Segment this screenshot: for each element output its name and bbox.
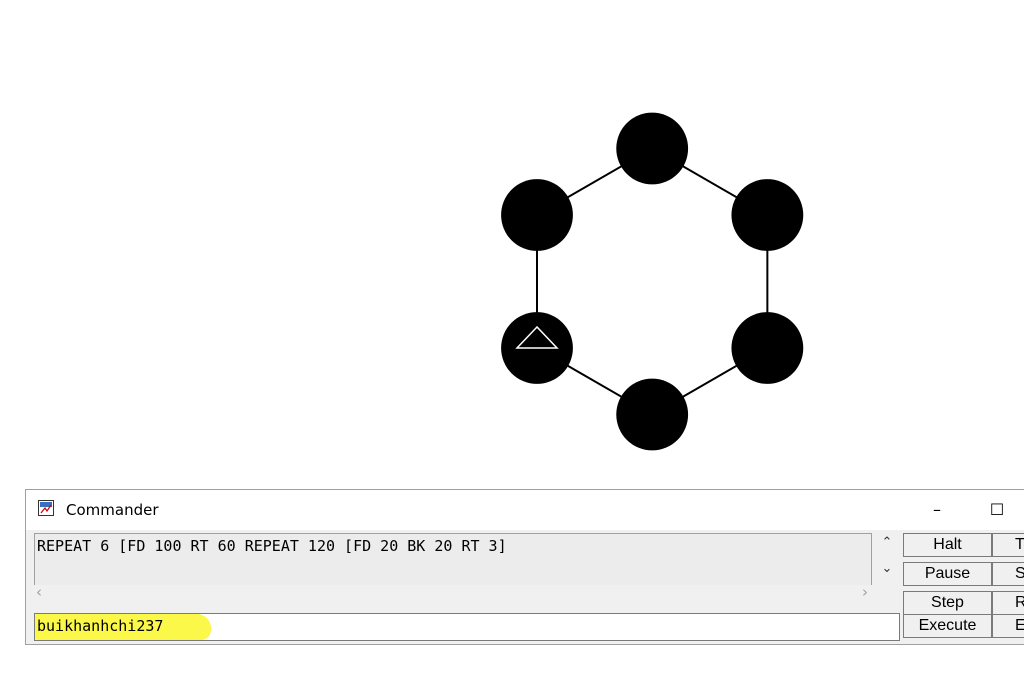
title-bar[interactable]: Commander – ☐	[26, 490, 1024, 530]
chevron-up-icon[interactable]: ⌃	[872, 535, 902, 550]
window-title: Commander	[66, 501, 159, 519]
history-horizontal-scrollbar[interactable]: ‹ ›	[34, 583, 872, 601]
commander-app-icon	[38, 500, 54, 516]
chevron-right-icon[interactable]: ›	[862, 583, 868, 601]
vertex-dot	[731, 312, 804, 384]
edall-button[interactable]: E	[992, 614, 1024, 638]
step-button[interactable]: Step	[903, 591, 992, 615]
halt-button[interactable]: Halt	[903, 533, 992, 557]
hexagon-drawing	[501, 112, 804, 451]
command-input-value: buikhanhchi237	[37, 617, 168, 637]
history-text: REPEAT 6 [FD 100 RT 60 REPEAT 120 [FD 20…	[37, 537, 507, 555]
execute-button[interactable]: Execute	[903, 614, 992, 638]
pause-button[interactable]: Pause	[903, 562, 992, 586]
chevron-left-icon[interactable]: ‹	[36, 583, 42, 601]
minimize-button[interactable]: –	[914, 490, 960, 530]
status-button[interactable]: S	[992, 562, 1024, 586]
vertex-dot	[501, 179, 573, 251]
commander-window: Commander – ☐ REPEAT 6 [FD 100 RT 60 REP…	[25, 489, 1024, 645]
vertex-dot	[616, 378, 689, 451]
vertex-dot	[731, 179, 804, 251]
trace-button[interactable]: T	[992, 533, 1024, 557]
history-vertical-scrollbar[interactable]: ⌃ ⌄	[872, 533, 902, 585]
command-input[interactable]: buikhanhchi237	[34, 613, 900, 641]
chevron-down-icon[interactable]: ⌄	[872, 561, 902, 576]
reset-button[interactable]: R	[992, 591, 1024, 615]
drawing-canvas	[501, 112, 804, 451]
vertex-dot	[616, 112, 689, 185]
maximize-button[interactable]: ☐	[974, 490, 1020, 530]
